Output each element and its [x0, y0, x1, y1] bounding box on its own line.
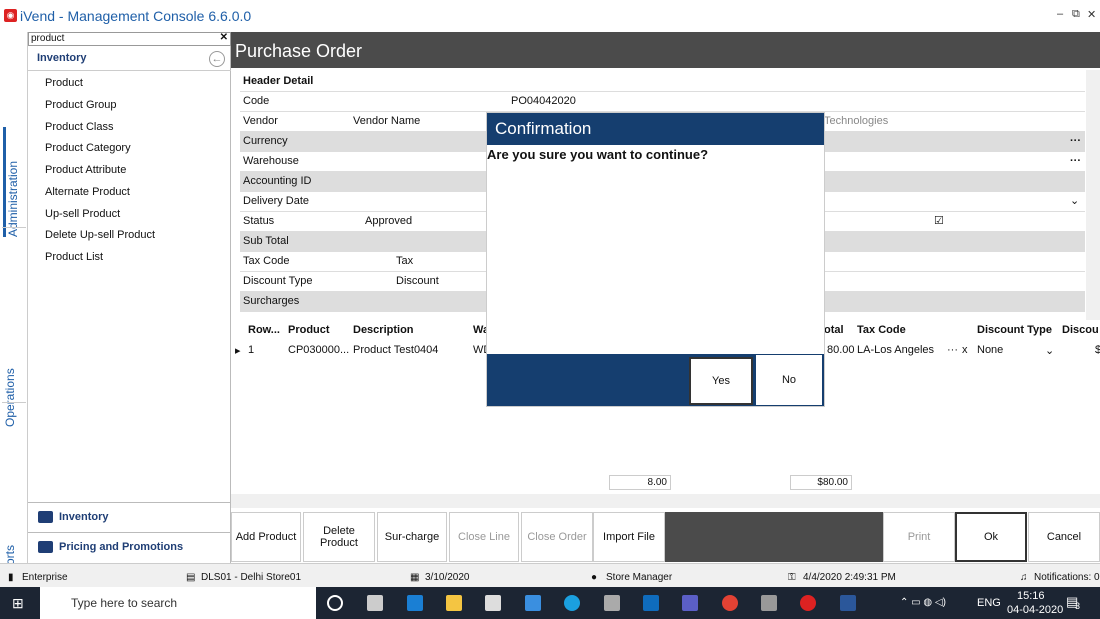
- print-button[interactable]: Print: [883, 512, 955, 562]
- clear-icon[interactable]: x: [962, 344, 968, 356]
- ellipsis-icon[interactable]: ···: [947, 344, 958, 356]
- business-date: 3/10/2020: [425, 572, 470, 583]
- store-app-icon[interactable]: [485, 595, 501, 611]
- bell-icon: ♫: [1020, 572, 1028, 583]
- sidebar-item-product-attribute[interactable]: Product Attribute: [45, 164, 126, 176]
- dialog-footer: Yes No: [487, 354, 824, 406]
- key-icon: ⚿: [788, 572, 796, 583]
- clock-time[interactable]: 15:16: [1017, 590, 1045, 602]
- close-line-button[interactable]: Close Line: [449, 512, 519, 562]
- app-logo-icon: ◉: [4, 9, 17, 22]
- yes-button[interactable]: Yes: [689, 357, 753, 405]
- skype-icon[interactable]: [564, 595, 580, 611]
- teams-icon[interactable]: [682, 595, 698, 611]
- task-view-icon[interactable]: [327, 595, 343, 611]
- login-datetime: 4/4/2020 2:49:31 PM: [803, 572, 896, 583]
- tab-administration[interactable]: Administration: [3, 127, 25, 237]
- restore-icon[interactable]: ⧉: [1072, 8, 1080, 21]
- button-bar-spacer: [665, 512, 883, 562]
- timeline-icon[interactable]: [367, 595, 383, 611]
- admin-tools-icon[interactable]: [761, 595, 777, 611]
- calendar-icon: ▦: [410, 572, 420, 583]
- tab-operations[interactable]: Operations: [3, 317, 25, 427]
- dialog-message: Are you sure you want to continue?: [487, 147, 709, 162]
- back-arrow-icon[interactable]: ←: [209, 51, 225, 67]
- total-amount: $80.00: [790, 475, 852, 490]
- sidebar-item-product[interactable]: Product: [45, 77, 83, 89]
- word-icon[interactable]: [840, 595, 856, 611]
- sidebar-item-delete-upsell-product[interactable]: Delete Up-sell Product: [45, 229, 155, 241]
- title-bar: ◉ iVend - Management Console 6.6.0.0 – ⧉…: [0, 0, 1100, 32]
- sidebar-item-product-group[interactable]: Product Group: [45, 99, 117, 111]
- sidebar-item-product-class[interactable]: Product Class: [45, 121, 113, 133]
- store-icon: ▤: [186, 572, 196, 583]
- ellipsis-icon[interactable]: ···: [1070, 132, 1081, 151]
- action-bar: Add Product Delete Product Sur-charge Cl…: [231, 510, 1100, 563]
- close-icon[interactable]: ✕: [1087, 8, 1096, 21]
- code-row: Code PO04042020: [240, 92, 1085, 112]
- notification-count: 3: [1075, 601, 1081, 611]
- edition-label: Enterprise: [22, 572, 68, 583]
- page-title: Purchase Order: [231, 32, 1100, 68]
- user-label: Store Manager: [606, 572, 673, 583]
- vertical-scrollbar[interactable]: [1086, 70, 1100, 320]
- surcharge-button[interactable]: Sur-charge: [377, 512, 447, 562]
- windows-start-icon[interactable]: ⊞: [12, 595, 24, 612]
- store-label: DLS01 - Delhi Store01: [201, 572, 302, 583]
- delete-product-button[interactable]: Delete Product: [303, 512, 375, 562]
- file-explorer-icon[interactable]: [446, 595, 462, 611]
- rail-divider: [2, 402, 26, 403]
- dialog-title: Confirmation: [487, 113, 824, 145]
- mail-icon[interactable]: [525, 595, 541, 611]
- status-bar: ▮ Enterprise ▤ DLS01 - Delhi Store01 ▦ 3…: [0, 563, 1100, 587]
- sidebar: product ✕ Inventory ← Product Product Gr…: [28, 32, 231, 563]
- edition-icon: ▮: [8, 572, 14, 583]
- language-indicator[interactable]: ENG: [977, 597, 1001, 609]
- warehouse-icon: [38, 511, 53, 524]
- vendor-name-field[interactable]: Technologies: [824, 112, 888, 131]
- system-tray-icons[interactable]: ⌃ ▭ ◍ ◁): [900, 597, 946, 608]
- outlook-icon[interactable]: [643, 595, 659, 611]
- sidebar-item-alternate-product[interactable]: Alternate Product: [45, 186, 130, 198]
- search-input[interactable]: product: [28, 32, 231, 46]
- minimize-icon[interactable]: –: [1057, 8, 1063, 20]
- import-file-button[interactable]: Import File: [593, 512, 665, 562]
- ok-button[interactable]: Ok: [955, 512, 1027, 562]
- rail-divider: [2, 227, 26, 228]
- ellipsis-icon[interactable]: ···: [1070, 152, 1081, 171]
- notifications-label[interactable]: Notifications: 0: [1034, 572, 1100, 583]
- close-order-button[interactable]: Close Order: [521, 512, 593, 562]
- taskbar-search-input[interactable]: Type here to search: [40, 587, 316, 619]
- chevron-down-icon[interactable]: ⌄: [1070, 192, 1079, 211]
- module-inventory[interactable]: Inventory: [28, 502, 231, 532]
- tag-icon: [38, 541, 53, 554]
- ivend-icon[interactable]: [800, 595, 816, 611]
- module-pricing-promotions[interactable]: Pricing and Promotions: [28, 532, 231, 563]
- confirmation-dialog: Confirmation Are you sure you want to co…: [487, 113, 824, 406]
- sidebar-section-title: Inventory ←: [28, 47, 231, 71]
- add-product-button[interactable]: Add Product: [231, 512, 301, 562]
- edge-icon[interactable]: [407, 595, 423, 611]
- row-pointer-icon: ▸: [235, 345, 241, 357]
- chrome-icon[interactable]: [722, 595, 738, 611]
- tool-icon[interactable]: [604, 595, 620, 611]
- total-quantity: 8.00: [609, 475, 671, 490]
- cancel-button[interactable]: Cancel: [1028, 512, 1100, 562]
- clock-date[interactable]: 04-04-2020: [1007, 604, 1063, 616]
- code-field[interactable]: PO04042020: [511, 92, 576, 111]
- clear-search-icon[interactable]: ✕: [220, 32, 228, 43]
- module-rail: Administration Operations Reports: [0, 32, 28, 587]
- sidebar-item-upsell-product[interactable]: Up-sell Product: [45, 208, 120, 220]
- window-title: iVend - Management Console 6.6.0.0: [20, 8, 252, 24]
- windows-taskbar: ⊞ Type here to search ⌃ ▭ ◍ ◁) ENG 15:16…: [0, 587, 1100, 619]
- user-icon: ●: [591, 572, 598, 583]
- sidebar-item-product-category[interactable]: Product Category: [45, 142, 131, 154]
- checkbox-icon[interactable]: ☑: [934, 212, 944, 231]
- chevron-down-icon[interactable]: ⌄: [1045, 344, 1054, 357]
- sidebar-item-product-list[interactable]: Product List: [45, 251, 103, 263]
- section-header: Header Detail: [240, 72, 1085, 92]
- no-button[interactable]: No: [755, 354, 823, 406]
- status-field[interactable]: Approved: [365, 212, 412, 231]
- horizontal-scrollbar[interactable]: [231, 494, 1100, 508]
